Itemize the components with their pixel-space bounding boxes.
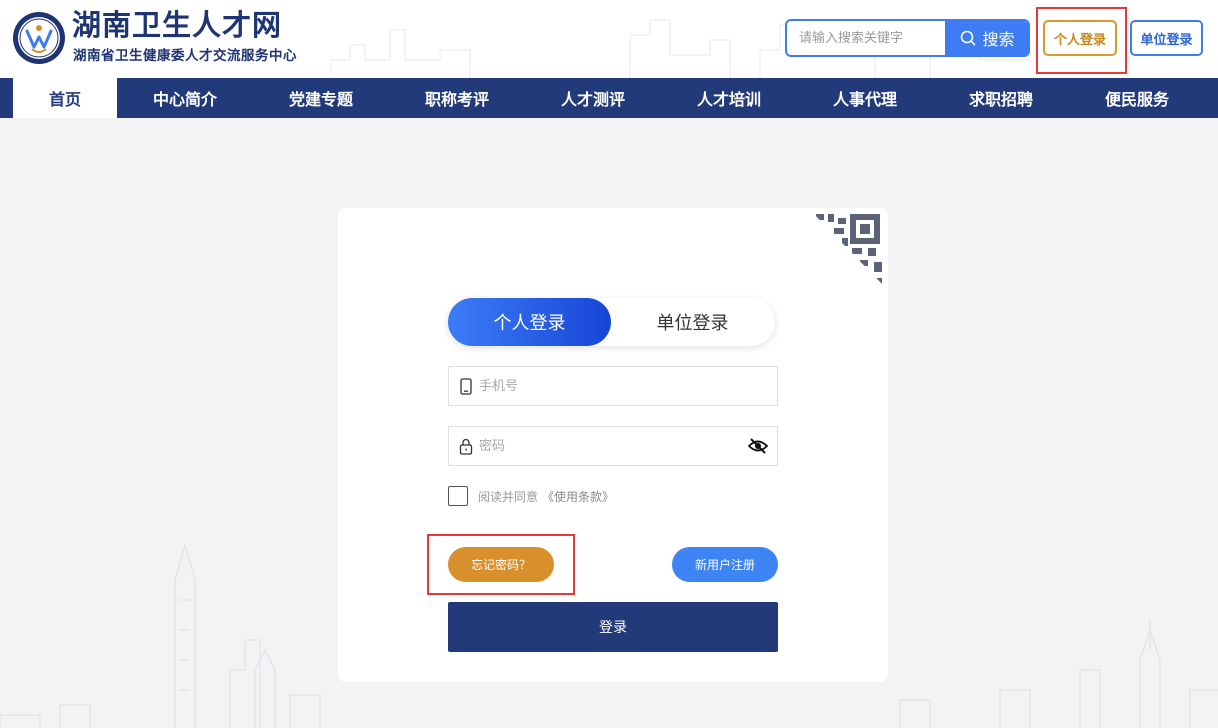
nav-item-home[interactable]: 首页	[13, 78, 117, 118]
phone-icon	[460, 378, 472, 395]
search-icon	[961, 30, 976, 46]
site-subtitle: 湖南省卫生健康委人才交流服务中心	[73, 48, 297, 64]
search-bar: 搜索	[785, 19, 1030, 57]
nav-item-personnel-agency[interactable]: 人事代理	[797, 78, 933, 118]
main-nav: 首页 中心简介 党建专题 职称考评 人才测评 人才培训 人事代理 求职招聘 便民…	[0, 78, 1218, 118]
tab-personal-login[interactable]: 个人登录	[448, 298, 611, 346]
search-button-label: 搜索	[982, 30, 1015, 49]
nav-item-training[interactable]: 人才培训	[661, 78, 797, 118]
password-input[interactable]	[479, 427, 739, 465]
eye-off-icon[interactable]	[748, 437, 768, 455]
nav-item-about[interactable]: 中心简介	[117, 78, 253, 118]
agree-text: 阅读并同意	[478, 489, 539, 504]
site-title[interactable]: 湖南卫生人才网	[72, 8, 282, 42]
search-input[interactable]	[787, 21, 945, 55]
terms-link[interactable]: 《使用条款》	[542, 488, 614, 505]
nav-item-party[interactable]: 党建专题	[253, 78, 389, 118]
site-header: 湖南卫生人才网 湖南省卫生健康委人才交流服务中心 搜索 个人登录 单位登录	[0, 0, 1218, 78]
header-unit-login-button[interactable]: 单位登录	[1130, 20, 1203, 56]
logo-icon[interactable]	[12, 11, 66, 65]
register-button[interactable]: 新用户注册	[672, 547, 778, 582]
tab-unit-login[interactable]: 单位登录	[611, 298, 774, 346]
qr-code-corner-icon[interactable]	[812, 212, 886, 288]
header-personal-login-button[interactable]: 个人登录	[1043, 20, 1117, 56]
search-button[interactable]: 搜索	[945, 21, 1028, 55]
agree-checkbox[interactable]	[448, 486, 468, 506]
agreement-row: 阅读并同意 《使用条款》	[448, 486, 614, 506]
phone-field	[448, 366, 778, 406]
nav-item-services[interactable]: 便民服务	[1069, 78, 1205, 118]
nav-item-title-evaluation[interactable]: 职称考评	[389, 78, 525, 118]
login-submit-button[interactable]: 登录	[448, 602, 778, 652]
login-tabs: 个人登录 单位登录	[448, 298, 775, 346]
nav-item-talent-assessment[interactable]: 人才测评	[525, 78, 661, 118]
lock-icon	[459, 438, 473, 455]
phone-input[interactable]	[479, 367, 739, 405]
nav-item-jobs[interactable]: 求职招聘	[933, 78, 1069, 118]
forgot-password-button[interactable]: 忘记密码？	[448, 547, 554, 582]
password-field	[448, 426, 778, 466]
